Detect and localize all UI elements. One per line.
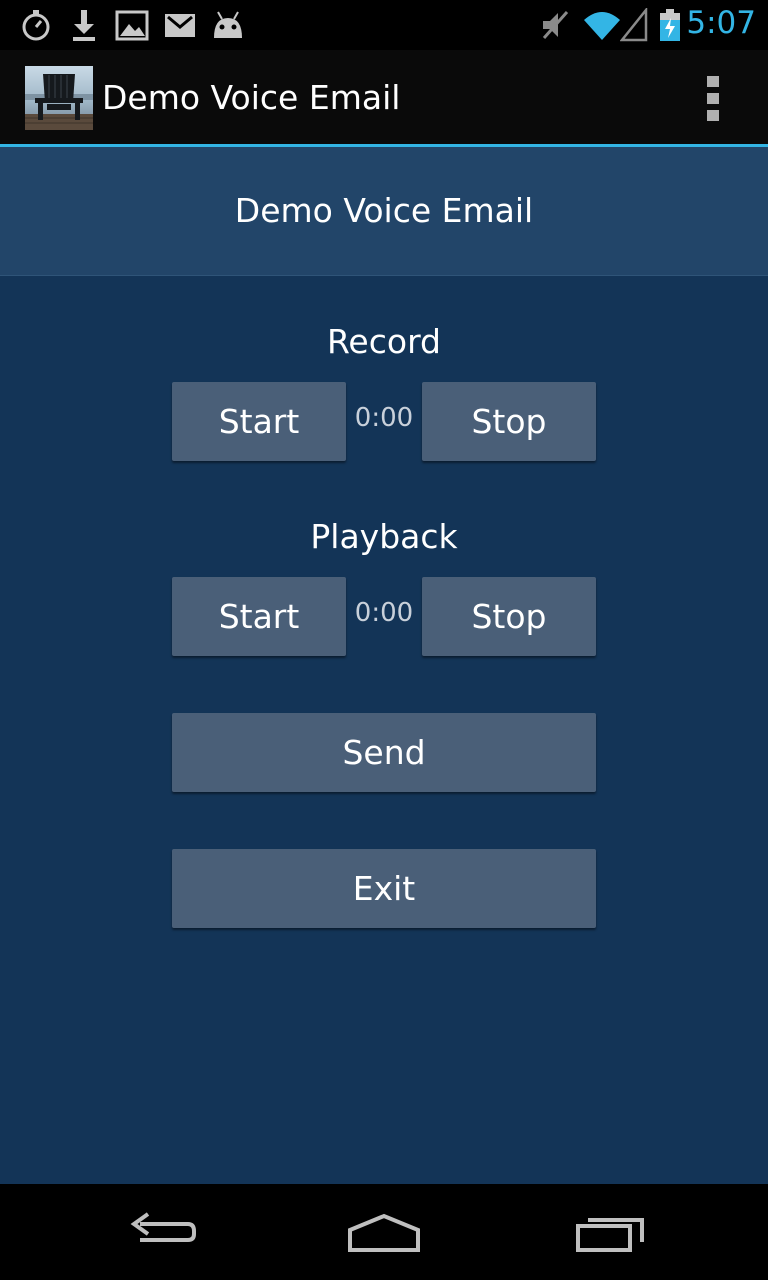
menu-dot [707, 110, 719, 121]
app-icon[interactable] [25, 66, 93, 130]
playback-label: Playback [310, 517, 458, 556]
header-band: Demo Voice Email [0, 147, 768, 276]
wifi-icon [584, 12, 620, 40]
signal-icon [620, 8, 648, 42]
home-button[interactable] [334, 1202, 434, 1262]
image-icon [115, 10, 149, 41]
status-time: 5:07 [686, 5, 756, 41]
gmail-icon [165, 14, 195, 37]
phone-screen: 5:07 Demo Voice Email Demo Voice Email R… [0, 0, 768, 1280]
playback-stop-button[interactable]: Stop [422, 577, 596, 656]
record-stop-button[interactable]: Stop [422, 382, 596, 461]
page-title: Demo Voice Email [234, 191, 534, 230]
battery-charging-icon [660, 9, 680, 41]
record-label: Record [326, 322, 442, 361]
status-bar: 5:07 [0, 0, 768, 50]
record-timer: 0:00 [354, 403, 414, 433]
mute-icon [542, 11, 569, 39]
playback-timer: 0:00 [354, 598, 414, 628]
recent-apps-icon [576, 1218, 644, 1252]
back-icon [130, 1212, 196, 1242]
stopwatch-icon [22, 10, 50, 41]
playback-start-button[interactable]: Start [172, 577, 346, 656]
android-icon [214, 11, 242, 38]
action-bar: Demo Voice Email [0, 50, 768, 147]
exit-button[interactable]: Exit [172, 849, 596, 928]
download-icon [73, 10, 95, 41]
back-button[interactable] [110, 1202, 210, 1262]
overflow-menu-button[interactable] [698, 74, 728, 122]
record-start-button[interactable]: Start [172, 382, 346, 461]
navigation-bar [0, 1184, 768, 1280]
recent-apps-button[interactable] [562, 1202, 662, 1262]
home-icon [348, 1213, 420, 1252]
send-button[interactable]: Send [172, 713, 596, 792]
action-bar-title: Demo Voice Email [102, 78, 401, 117]
main-content: Demo Voice Email Record Start 0:00 Stop … [0, 147, 768, 1184]
menu-dot [707, 76, 719, 87]
chair-photo-icon [25, 66, 93, 130]
menu-dot [707, 93, 719, 104]
